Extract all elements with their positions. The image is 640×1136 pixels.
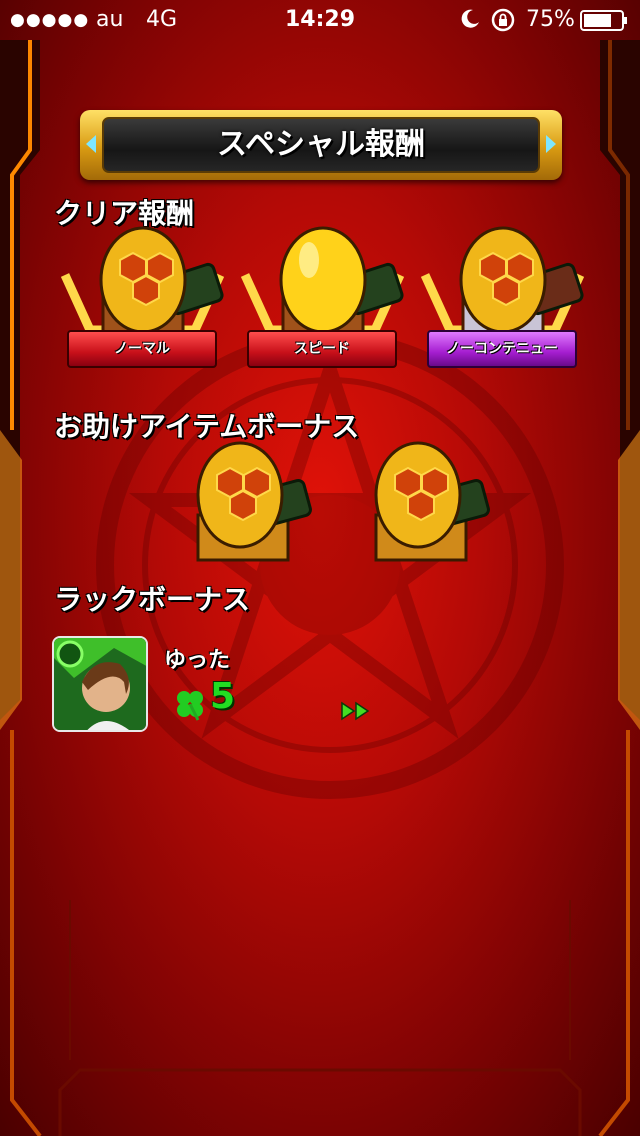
title-plate: スペシャル報酬 — [80, 110, 562, 180]
ribbon-label-no-continue: ノーコンテニュー — [427, 330, 577, 368]
luck-bonus-row[interactable]: ゆった 5 — [52, 636, 392, 732]
battery-percent: 75% — [526, 7, 575, 32]
helper-bonus-reward-1[interactable] — [180, 440, 320, 590]
egg-chest-icon — [240, 226, 405, 337]
avatar[interactable] — [52, 636, 148, 732]
fast-forward-icon — [341, 701, 370, 721]
reward-no-continue[interactable]: ノーコンテニュー — [415, 225, 590, 395]
ribbon-label-normal: ノーマル — [67, 330, 217, 368]
rotation-lock-icon — [491, 8, 515, 32]
ribbon-label-speed: スピード — [247, 330, 397, 368]
section-title-luck-bonus: ラックボーナス — [54, 583, 251, 616]
player-name: ゆった — [164, 648, 231, 673]
left-arrow-icon — [86, 135, 96, 153]
reward-normal[interactable]: ノーマル — [55, 225, 230, 395]
egg-chest-icon — [196, 441, 312, 562]
egg-chest-icon — [374, 441, 490, 562]
egg-chest-icon — [420, 226, 585, 337]
egg-chest-icon — [60, 226, 225, 337]
page-title: スペシャル報酬 — [217, 127, 425, 162]
section-title-helper-item-bonus: お助けアイテムボーナス — [54, 410, 360, 443]
luck-value: 5 — [210, 676, 236, 717]
moon-icon — [461, 9, 479, 28]
status-bar: ●●●●● au 4G 14:29 75% — [0, 0, 640, 40]
right-arrow-icon — [546, 135, 556, 153]
battery-icon — [580, 10, 627, 31]
reward-speed[interactable]: スピード — [235, 225, 410, 395]
title-panel: スペシャル報酬 — [102, 117, 540, 173]
clover-icon — [177, 691, 203, 721]
helper-bonus-reward-2[interactable] — [358, 440, 498, 590]
